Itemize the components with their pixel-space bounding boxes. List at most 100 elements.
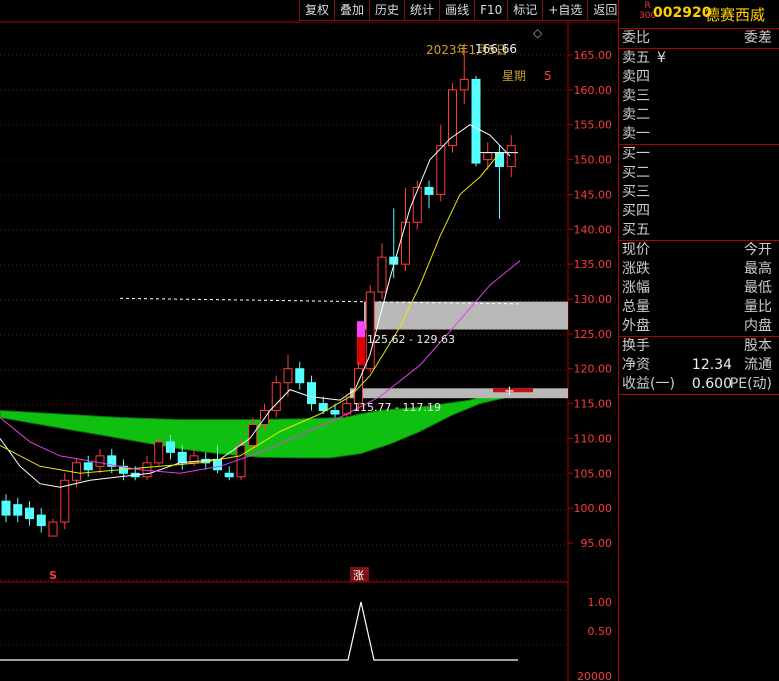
buy-row-5: 买五 bbox=[622, 222, 650, 238]
buy-row-3: 买三 bbox=[622, 184, 650, 200]
price-zones bbox=[119, 297, 568, 399]
candle-5 bbox=[60, 473, 70, 530]
candle-body-13 bbox=[154, 441, 164, 464]
candle-body-1 bbox=[13, 504, 23, 516]
candle-body-36 bbox=[424, 186, 434, 195]
candle-41 bbox=[483, 142, 493, 171]
s-signal-marker: S bbox=[49, 569, 57, 582]
candle-3 bbox=[36, 508, 46, 533]
candle-40 bbox=[471, 75, 481, 167]
candle-body-43 bbox=[506, 145, 516, 168]
candle-body-18 bbox=[213, 458, 222, 471]
candle-34 bbox=[401, 187, 410, 272]
candle-43 bbox=[506, 135, 516, 177]
toolbar-button-2[interactable]: 历史 bbox=[369, 0, 406, 21]
axis-label-3: 150.00 bbox=[574, 154, 613, 167]
zone-marker-magenta bbox=[357, 321, 365, 338]
toolbar-button-7[interactable]: +自选 bbox=[542, 0, 589, 21]
axis-label-4: 145.00 bbox=[574, 188, 613, 201]
signal-line bbox=[0, 601, 518, 661]
candle-13 bbox=[154, 438, 164, 467]
candle-body-20 bbox=[236, 444, 246, 478]
candle-body-26 bbox=[307, 382, 316, 405]
sell-row-3: 卖三 bbox=[622, 88, 650, 104]
candlesticks bbox=[1, 43, 516, 537]
indicator-bottom-label: 20000 bbox=[577, 670, 612, 681]
quote-row-3: 总量 量比 bbox=[622, 299, 772, 315]
candle-body-14 bbox=[166, 441, 175, 453]
quote-panel: R 300 002920 德赛西威 委比 委差 卖五 ¥ 卖四 卖三 卖二 卖一 买一 买二买… bbox=[618, 0, 779, 681]
indicator-label-1: 0.50 bbox=[588, 625, 613, 638]
axis-label-13: 100.00 bbox=[574, 502, 613, 515]
chart-grid bbox=[0, 21, 618, 681]
zone-marker-red bbox=[357, 337, 365, 366]
sell-row-4: 卖四 bbox=[622, 69, 650, 85]
candle-body-39 bbox=[459, 78, 469, 91]
candle-body-27 bbox=[318, 403, 328, 412]
candle-body-25 bbox=[295, 368, 305, 384]
candle-body-40 bbox=[471, 78, 481, 164]
toolbar-button-5[interactable]: F10 bbox=[474, 0, 509, 21]
axis-label-11: 110.00 bbox=[574, 432, 613, 445]
candle-4 bbox=[48, 518, 58, 537]
candle-body-6 bbox=[72, 462, 81, 481]
axis-label-0: 165.00 bbox=[574, 49, 613, 62]
axis-label-1: 160.00 bbox=[574, 84, 613, 97]
candle-38 bbox=[448, 82, 457, 153]
quote-stats: 现价 今开 涨跌 最高 涨幅 最低 总量 量比 外盘 内盘 bbox=[619, 241, 779, 337]
crosshair-icon: + bbox=[504, 384, 515, 399]
axis-label-14: 95.00 bbox=[581, 537, 613, 550]
toolbar-button-3[interactable]: 统计 bbox=[404, 0, 441, 21]
candle-35 bbox=[412, 180, 422, 230]
candle-body-19 bbox=[224, 472, 234, 478]
indicator-label-0: 1.00 bbox=[588, 596, 613, 609]
candle-2 bbox=[25, 501, 34, 526]
fund-row-2: 收益(一) 0.600 PE(动) bbox=[622, 376, 772, 392]
axis-label-8: 125.00 bbox=[574, 328, 613, 341]
stock-code[interactable]: 002920 bbox=[653, 5, 711, 21]
weekday-value: 5 bbox=[544, 69, 552, 83]
candle-27 bbox=[318, 396, 328, 415]
toolbar-button-0[interactable]: 复权 bbox=[299, 0, 336, 21]
candle-body-24 bbox=[283, 368, 293, 384]
buy-row-4: 买四 bbox=[622, 203, 650, 219]
candle-body-32 bbox=[377, 256, 387, 293]
candle-body-0 bbox=[1, 500, 11, 516]
candle-7 bbox=[83, 455, 93, 477]
green-cloud-band bbox=[0, 387, 511, 459]
candle-37 bbox=[436, 124, 446, 202]
candle-25 bbox=[295, 361, 305, 390]
quote-row-2: 涨幅 最低 bbox=[622, 280, 772, 296]
axis-label-5: 140.00 bbox=[574, 223, 613, 236]
kline-chart[interactable]: + 165.00 160.00 155.00 150.00 145.00 140.00 13… bbox=[0, 0, 618, 681]
support-zone bbox=[350, 388, 568, 399]
candle-9 bbox=[107, 448, 117, 474]
candle-31 bbox=[365, 285, 375, 373]
candle-23 bbox=[271, 375, 281, 418]
candle-body-15 bbox=[177, 451, 187, 464]
axis-label-7: 130.00 bbox=[574, 293, 613, 306]
candle-19 bbox=[224, 466, 234, 481]
toolbar-button-1[interactable]: 叠加 bbox=[334, 0, 371, 21]
diamond-icon[interactable]: ◇ bbox=[533, 26, 543, 40]
toolbar-button-4[interactable]: 画线 bbox=[439, 0, 476, 21]
candle-body-37 bbox=[436, 145, 446, 195]
candle-33 bbox=[389, 208, 399, 279]
candle-body-34 bbox=[401, 221, 410, 265]
candle-32 bbox=[377, 243, 387, 299]
candle-body-4 bbox=[48, 521, 58, 537]
candle-body-31 bbox=[365, 291, 375, 370]
sell-row-2: 卖二 bbox=[622, 107, 650, 123]
stock-name[interactable]: 德赛西威 bbox=[705, 4, 765, 25]
candle-body-3 bbox=[36, 514, 46, 527]
candle-body-28 bbox=[330, 410, 340, 415]
axis-label-2: 155.00 bbox=[574, 119, 613, 132]
toolbar-button-6[interactable]: 标记 bbox=[507, 0, 544, 21]
high-marker-label: 166.66 bbox=[475, 42, 517, 56]
buy-orders: 买一 买二 买三 买四 买五 bbox=[619, 145, 779, 241]
resistance-zone bbox=[364, 301, 568, 330]
fund-row-1: 净资 12.34 流通 bbox=[622, 357, 772, 373]
buy-row-1: 买一 bbox=[622, 146, 650, 162]
candle-body-33 bbox=[389, 256, 399, 265]
price-axis: 165.00 160.00 155.00 150.00 145.00 140.00 135.… bbox=[568, 49, 612, 550]
